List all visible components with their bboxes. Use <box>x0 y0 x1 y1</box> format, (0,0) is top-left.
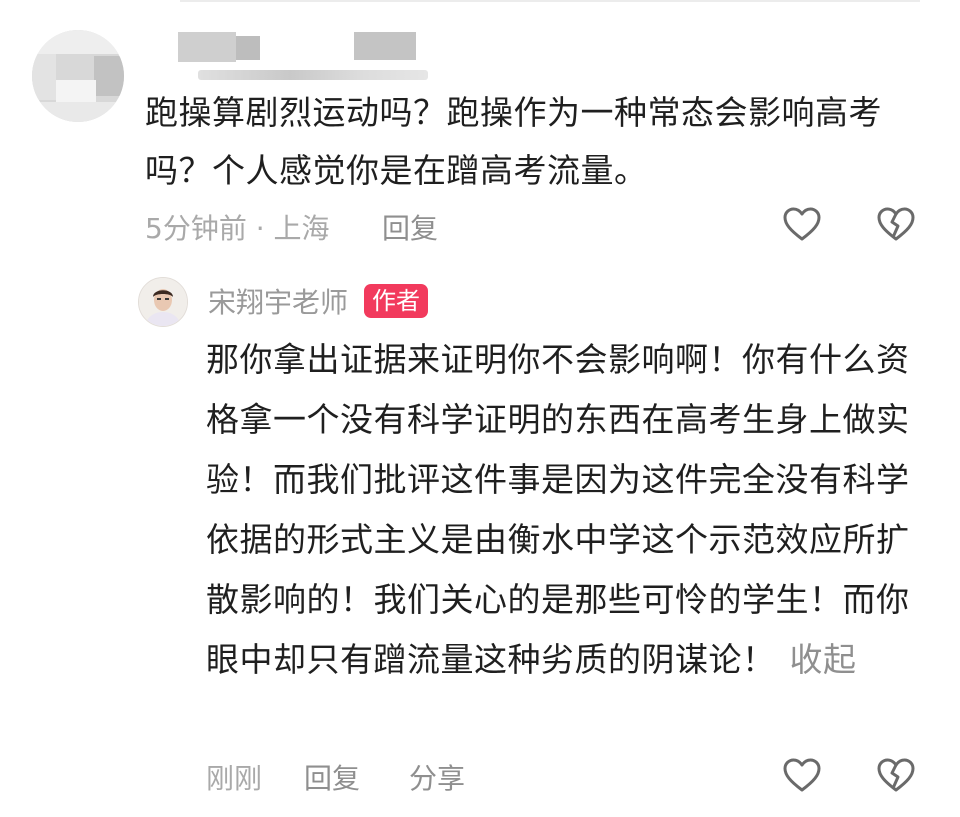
author-avatar[interactable] <box>138 277 188 327</box>
collapse-button[interactable]: 收起 <box>790 640 857 679</box>
author-badge: 作者 <box>364 284 428 318</box>
heart-outline-icon[interactable] <box>782 205 822 245</box>
share-button[interactable]: 分享 <box>409 757 465 797</box>
commenter-username-blurred[interactable] <box>178 30 428 80</box>
author-reply-text: 那你拿出证据来证明你不会影响啊！你有什么资格拿一个没有科学证明的东西在高考生身上… <box>206 330 916 690</box>
comment-time-location: 5分钟前 · 上海 <box>145 212 330 245</box>
commenter-avatar[interactable] <box>32 30 124 122</box>
reply-time: 刚刚 <box>206 762 263 795</box>
comment-text: 跑操算剧烈运动吗？跑操作为一种常态会影响高考吗？个人感觉你是在蹭高考流量。 <box>145 93 882 190</box>
comment-item: 跑操算剧烈运动吗？跑操作为一种常态会影响高考吗？个人感觉你是在蹭高考流量。 5分… <box>0 0 960 260</box>
heart-outline-icon[interactable] <box>782 756 822 796</box>
broken-heart-outline-icon[interactable] <box>876 205 916 245</box>
author-name[interactable]: 宋翔宇老师 <box>208 281 348 321</box>
reply-button[interactable]: 回复 <box>304 757 360 797</box>
reply-button[interactable]: 回复 <box>382 207 438 247</box>
author-reply-body: 那你拿出证据来证明你不会影响啊！你有什么资格拿一个没有科学证明的东西在高考生身上… <box>206 340 910 679</box>
broken-heart-outline-icon[interactable] <box>876 756 916 796</box>
